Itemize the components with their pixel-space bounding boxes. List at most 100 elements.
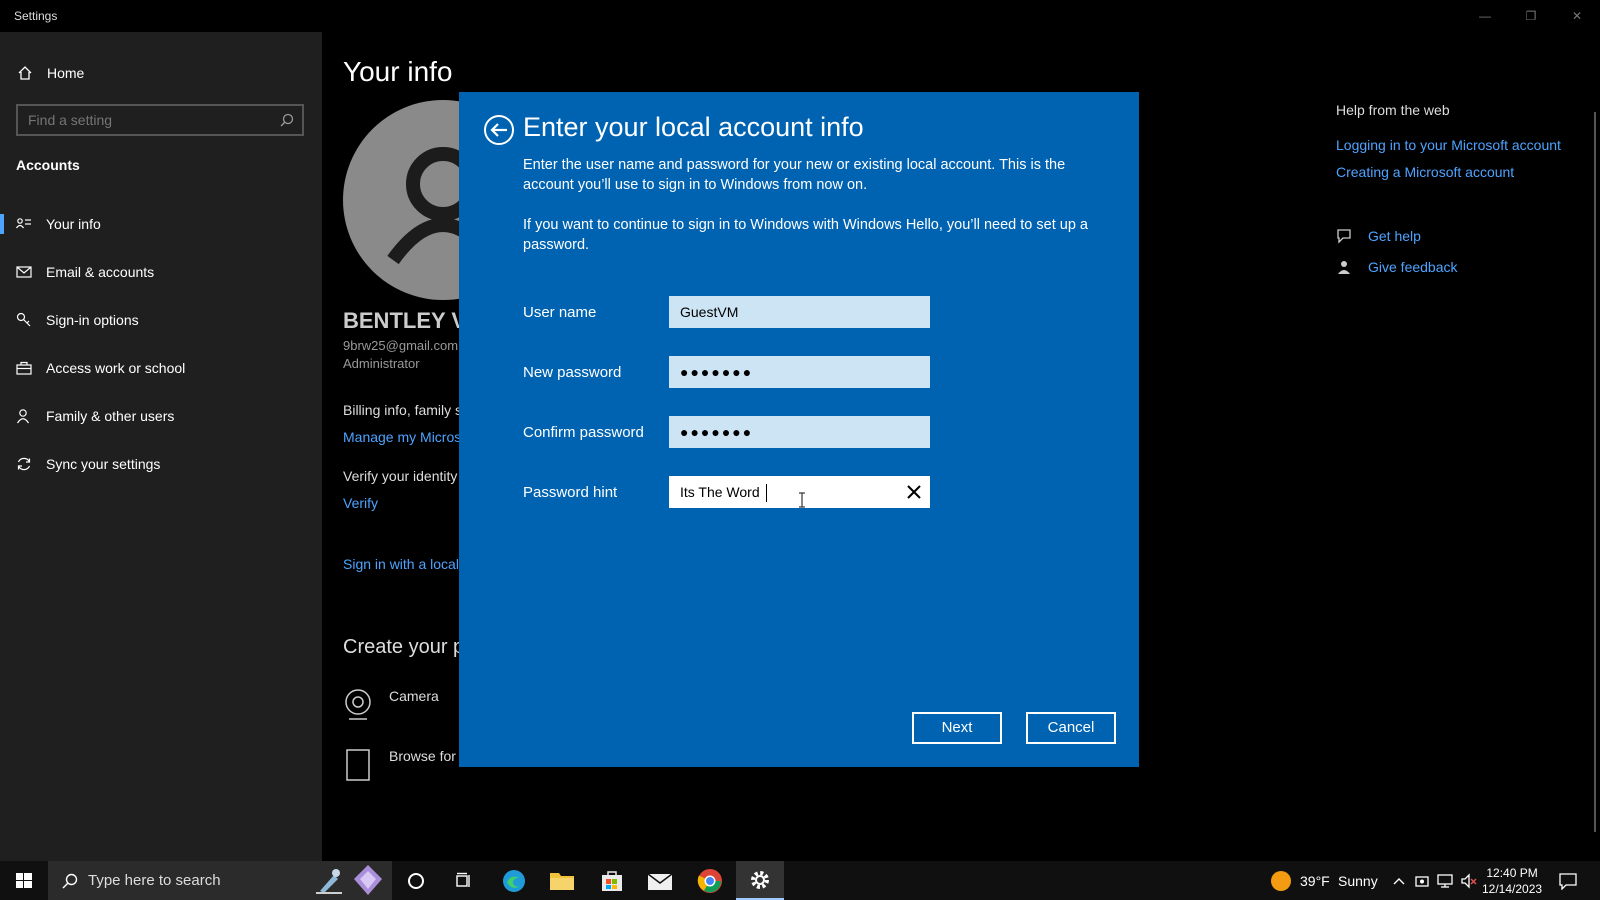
search-icon bbox=[280, 113, 294, 127]
clock-date: 12/14/2023 bbox=[1482, 882, 1543, 896]
meet-now-icon[interactable] bbox=[1414, 873, 1430, 889]
sidebar-item-access-work[interactable]: Access work or school bbox=[0, 348, 322, 388]
verify-link[interactable]: Verify bbox=[343, 495, 378, 511]
briefcase-icon bbox=[16, 361, 32, 375]
feedback-icon bbox=[1338, 261, 1350, 274]
new-password-label: New password bbox=[523, 364, 622, 381]
chrome-button[interactable] bbox=[686, 861, 734, 900]
sidebar-item-email-accounts[interactable]: Email & accounts bbox=[0, 252, 322, 292]
sidebar-item-label: Email & accounts bbox=[46, 264, 155, 280]
notifications-icon[interactable] bbox=[1558, 872, 1578, 890]
get-help-label: Get help bbox=[1368, 228, 1421, 244]
verify-identity-text: Verify your identity bbox=[343, 468, 458, 484]
edge-icon bbox=[503, 869, 525, 892]
window-titlebar: Settings — ❐ ✕ bbox=[0, 0, 1600, 32]
mail-app-button[interactable] bbox=[636, 861, 684, 900]
taskbar: Type here to search 39°F Sunny 12:40 PM … bbox=[0, 861, 1600, 900]
search-icon bbox=[62, 873, 78, 889]
camera-icon bbox=[345, 689, 371, 720]
dialog-description: Enter the user name and password for you… bbox=[523, 157, 1066, 193]
user-email: 9brw25@gmail.com bbox=[343, 338, 459, 353]
dialog-title: Enter your local account info bbox=[523, 112, 864, 142]
cancel-button[interactable]: Cancel bbox=[1026, 712, 1116, 744]
sidebar-item-label: Your info bbox=[46, 216, 101, 232]
sidebar-item-sync-settings[interactable]: Sync your settings bbox=[0, 444, 322, 484]
confirm-password-field[interactable] bbox=[669, 416, 930, 448]
user-display-name: BENTLEY V bbox=[343, 308, 467, 333]
key-icon bbox=[16, 312, 31, 327]
clear-text-icon[interactable] bbox=[905, 483, 923, 501]
clock-time: 12:40 PM bbox=[1486, 866, 1538, 880]
taskbar-search-placeholder: Type here to search bbox=[88, 872, 221, 889]
manage-account-link[interactable]: Manage my Micros bbox=[343, 429, 461, 445]
create-picture-title: Create your p bbox=[343, 636, 465, 658]
help-link-logging-in[interactable]: Logging in to your Microsoft account bbox=[1336, 137, 1561, 153]
sidebar-item-label: Sync your settings bbox=[46, 456, 161, 472]
task-view-button[interactable] bbox=[440, 861, 488, 900]
new-password-input[interactable] bbox=[670, 357, 929, 387]
sidebar-item-family-users[interactable]: Family & other users bbox=[0, 396, 322, 436]
browse-option[interactable]: Browse for bbox=[343, 748, 456, 782]
minimize-button[interactable]: — bbox=[1462, 0, 1508, 32]
cortana-button[interactable] bbox=[392, 861, 440, 900]
sidebar-home[interactable]: Home bbox=[17, 65, 84, 81]
app-title: Settings bbox=[14, 9, 58, 23]
person-card-icon bbox=[16, 218, 31, 229]
network-icon[interactable] bbox=[1436, 873, 1454, 889]
sidebar-item-label: Sign-in options bbox=[46, 312, 139, 328]
start-button[interactable] bbox=[0, 861, 48, 900]
home-icon bbox=[18, 66, 32, 80]
task-view-icon bbox=[456, 872, 470, 887]
settings-search-input[interactable] bbox=[18, 106, 302, 134]
help-title: Help from the web bbox=[1336, 102, 1450, 118]
text-caret bbox=[766, 484, 767, 502]
file-explorer-button[interactable] bbox=[538, 861, 586, 900]
local-account-dialog: Enter your local account info Enter the … bbox=[459, 92, 1139, 767]
password-hint-label: Password hint bbox=[523, 484, 618, 501]
person-icon bbox=[16, 409, 30, 424]
ibeam-cursor-icon bbox=[799, 492, 805, 508]
folder-icon bbox=[550, 872, 574, 890]
close-window-button[interactable]: ✕ bbox=[1554, 0, 1600, 32]
back-arrow-icon[interactable] bbox=[483, 114, 515, 146]
search-highlight-icon bbox=[316, 869, 342, 894]
store-icon bbox=[602, 870, 622, 891]
scrollbar[interactable] bbox=[1594, 112, 1596, 832]
sidebar-item-sign-in-options[interactable]: Sign-in options bbox=[0, 300, 322, 340]
new-password-field[interactable] bbox=[669, 356, 930, 388]
edge-button[interactable] bbox=[490, 861, 538, 900]
chrome-icon bbox=[697, 868, 722, 893]
dialog-hello-note: If you want to continue to sign in to Wi… bbox=[523, 217, 1088, 253]
sidebar: Home Accounts Your info Email & accounts… bbox=[0, 32, 322, 861]
confirm-password-label: Confirm password bbox=[523, 424, 644, 441]
username-field[interactable] bbox=[669, 296, 930, 328]
settings-search[interactable] bbox=[16, 104, 304, 136]
browse-label: Browse for bbox=[389, 748, 456, 764]
taskbar-search[interactable]: Type here to search bbox=[48, 861, 392, 900]
volume-muted-icon[interactable] bbox=[1460, 873, 1478, 889]
help-link-creating-account[interactable]: Creating a Microsoft account bbox=[1336, 164, 1514, 180]
store-button[interactable] bbox=[588, 861, 636, 900]
chevron-up-icon[interactable] bbox=[1392, 876, 1406, 886]
settings-app-button[interactable] bbox=[736, 861, 784, 900]
sign-in-local-link[interactable]: Sign in with a local bbox=[343, 556, 459, 572]
sync-icon bbox=[17, 457, 31, 471]
confirm-password-input[interactable] bbox=[670, 417, 929, 447]
next-button[interactable]: Next bbox=[912, 712, 1002, 744]
sidebar-item-label: Family & other users bbox=[46, 408, 175, 424]
get-help-link[interactable]: Get help bbox=[1336, 227, 1421, 245]
weather-temperature[interactable]: 39°F bbox=[1300, 873, 1330, 889]
restore-button[interactable]: ❐ bbox=[1508, 0, 1554, 32]
mail-icon bbox=[16, 266, 32, 278]
sidebar-item-label: Access work or school bbox=[46, 360, 186, 376]
section-title: Accounts bbox=[16, 157, 80, 173]
cortana-icon bbox=[408, 872, 424, 889]
username-input[interactable] bbox=[670, 297, 929, 327]
sidebar-item-your-info[interactable]: Your info bbox=[0, 204, 322, 244]
give-feedback-link[interactable]: Give feedback bbox=[1336, 258, 1458, 276]
taskbar-clock[interactable]: 12:40 PM 12/14/2023 bbox=[1482, 865, 1542, 897]
camera-option[interactable]: Camera bbox=[343, 688, 439, 722]
weather-condition[interactable]: Sunny bbox=[1338, 873, 1378, 889]
give-feedback-label: Give feedback bbox=[1368, 259, 1458, 275]
picture-file-icon bbox=[346, 749, 370, 781]
